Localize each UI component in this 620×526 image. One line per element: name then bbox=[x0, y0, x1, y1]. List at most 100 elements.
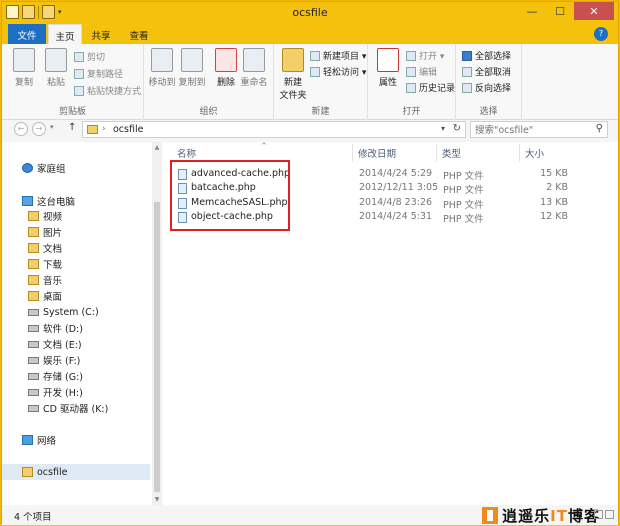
help-icon[interactable]: ? bbox=[594, 27, 608, 41]
invert-selection-button[interactable]: 反向选择 bbox=[462, 81, 511, 94]
rename-button[interactable]: 重命名 bbox=[240, 48, 268, 88]
copy-button[interactable]: 复制 bbox=[10, 48, 38, 88]
search-icon[interactable]: ⚲ bbox=[596, 123, 603, 134]
file-name: object-cache.php bbox=[191, 211, 273, 222]
breadcrumb-ocsfile[interactable]: ocsfile bbox=[113, 124, 143, 135]
refresh-icon[interactable]: ↻ bbox=[453, 123, 461, 134]
column-header-modified[interactable]: 修改日期 bbox=[358, 146, 396, 160]
address-dropdown-icon[interactable]: ▾ bbox=[441, 124, 445, 133]
nav-item-network[interactable]: 网络 bbox=[2, 432, 150, 448]
tab-file[interactable]: 文件 bbox=[8, 24, 46, 44]
drive-icon bbox=[28, 340, 39, 348]
column-header-name[interactable]: 名称 bbox=[177, 146, 196, 160]
large-icons-view-icon[interactable] bbox=[605, 510, 614, 519]
recent-locations-icon[interactable]: ▾ bbox=[50, 123, 54, 131]
properties-large-icon bbox=[377, 48, 399, 72]
navigation-scrollbar[interactable]: ▲ ▼ bbox=[152, 142, 162, 505]
nav-item-downloads[interactable]: 下载 bbox=[2, 256, 150, 272]
nav-item-desktop[interactable]: 桌面 bbox=[2, 288, 150, 304]
invert-selection-label: 反向选择 bbox=[475, 84, 512, 94]
select-none-label: 全部取消 bbox=[475, 68, 512, 78]
file-modified: 2014/4/24 5:29 bbox=[359, 168, 433, 179]
address-separator[interactable]: › bbox=[102, 124, 106, 134]
file-type: PHP 文件 bbox=[443, 185, 484, 196]
close-button[interactable]: ✕ bbox=[574, 2, 614, 20]
paste-button[interactable]: 粘贴 bbox=[42, 48, 70, 88]
nav-item-music[interactable]: 音乐 bbox=[2, 272, 150, 288]
select-all-label: 全部选择 bbox=[475, 52, 512, 62]
scroll-down-icon[interactable]: ▼ bbox=[153, 496, 161, 503]
nav-item-drive-d[interactable]: 软件 (D:) bbox=[2, 320, 150, 336]
easy-access-button[interactable]: 轻松访问 ▾ bbox=[310, 65, 366, 78]
maximize-button[interactable]: ☐ bbox=[546, 2, 574, 20]
history-button[interactable]: 历史记录 bbox=[406, 81, 455, 94]
tab-view[interactable]: 查看 bbox=[122, 24, 156, 44]
open-button[interactable]: 打开 ▾ bbox=[406, 49, 444, 62]
scroll-up-icon[interactable]: ▲ bbox=[153, 144, 161, 151]
new-folder-button[interactable]: 新建 文件夹 bbox=[278, 48, 308, 101]
php-file-icon bbox=[178, 169, 187, 180]
file-type: PHP 文件 bbox=[443, 200, 484, 211]
search-box[interactable]: ⚲ bbox=[470, 121, 608, 138]
file-row[interactable]: MemcacheSASL.php 2014/4/8 23:26 PHP 文件 1… bbox=[170, 196, 610, 211]
select-all-button[interactable]: 全部选择 bbox=[462, 49, 511, 62]
nav-item-pictures[interactable]: 图片 bbox=[2, 224, 150, 240]
nav-item-homegroup[interactable]: 家庭组 bbox=[2, 160, 150, 176]
copy-path-label: 复制路径 bbox=[87, 70, 124, 80]
open-label: 打开 ▾ bbox=[419, 52, 445, 62]
view-buttons bbox=[594, 510, 614, 519]
scrollbar-thumb[interactable] bbox=[154, 202, 160, 492]
select-all-icon bbox=[462, 50, 472, 61]
file-row[interactable]: object-cache.php 2014/4/24 5:31 PHP 文件 1… bbox=[170, 210, 610, 225]
nav-item-drive-h[interactable]: 开发 (H:) bbox=[2, 384, 150, 400]
copy-to-icon bbox=[181, 48, 203, 72]
easy-access-icon bbox=[310, 66, 320, 77]
column-divider[interactable] bbox=[352, 144, 353, 162]
rename-label: 重命名 bbox=[240, 78, 268, 88]
open-group: 属性 打开 ▾ 编辑 历史记录 打开 bbox=[368, 44, 456, 120]
nav-item-drive-k[interactable]: CD 驱动器 (K:) bbox=[2, 400, 150, 416]
details-view-icon[interactable] bbox=[594, 510, 603, 519]
easy-access-label: 轻松访问 ▾ bbox=[323, 68, 367, 78]
tab-share[interactable]: 共享 bbox=[84, 24, 118, 44]
tab-home[interactable]: 主页 bbox=[48, 24, 82, 44]
nav-item-videos[interactable]: 视频 bbox=[2, 208, 150, 224]
cut-button[interactable]: 剪切 bbox=[74, 50, 105, 63]
column-divider[interactable] bbox=[519, 144, 520, 162]
column-divider[interactable] bbox=[436, 144, 437, 162]
address-bar[interactable]: › ocsfile ▾ ↻ bbox=[82, 121, 466, 138]
nav-item-drive-f[interactable]: 娱乐 (F:) bbox=[2, 352, 150, 368]
pictures-icon bbox=[28, 227, 39, 237]
paste-shortcut-label: 粘贴快捷方式 bbox=[87, 87, 142, 97]
back-button[interactable]: ← bbox=[14, 122, 28, 136]
up-button[interactable]: ↑ bbox=[68, 122, 76, 133]
file-modified: 2014/4/24 5:31 bbox=[359, 211, 433, 222]
new-item-button[interactable]: 新建项目 ▾ bbox=[310, 49, 366, 62]
properties-button[interactable]: 属性 bbox=[374, 48, 402, 88]
edit-button[interactable]: 编辑 bbox=[406, 65, 437, 78]
file-row[interactable]: advanced-cache.php 2014/4/24 5:29 PHP 文件… bbox=[170, 167, 610, 182]
paste-shortcut-button[interactable]: 粘贴快捷方式 bbox=[74, 84, 141, 97]
column-header-size[interactable]: 大小 bbox=[525, 146, 544, 160]
copy-path-button[interactable]: 复制路径 bbox=[74, 67, 123, 80]
search-input[interactable] bbox=[475, 123, 590, 137]
nav-item-ocsfile[interactable]: ocsfile bbox=[2, 464, 150, 480]
copy-to-button[interactable]: 复制到 bbox=[178, 48, 206, 88]
select-none-button[interactable]: 全部取消 bbox=[462, 65, 511, 78]
nav-item-drive-e[interactable]: 文档 (E:) bbox=[2, 336, 150, 352]
minimize-button[interactable]: — bbox=[518, 2, 546, 20]
nav-item-drive-c[interactable]: System (C:) bbox=[2, 304, 150, 320]
delete-button[interactable]: 删除 bbox=[212, 48, 240, 88]
folder-icon bbox=[22, 467, 33, 477]
nav-item-drive-g[interactable]: 存储 (G:) bbox=[2, 368, 150, 384]
nav-item-documents[interactable]: 文档 bbox=[2, 240, 150, 256]
nav-item-label: 娱乐 (F:) bbox=[43, 356, 81, 367]
move-to-button[interactable]: 移动到 bbox=[148, 48, 176, 88]
forward-button[interactable]: → bbox=[32, 122, 46, 136]
new-folder-label-line2: 文件夹 bbox=[279, 91, 307, 101]
nav-item-this-pc[interactable]: 这台电脑 bbox=[2, 193, 150, 209]
column-header-type[interactable]: 类型 bbox=[442, 146, 461, 160]
nav-item-label: 视频 bbox=[43, 212, 63, 223]
php-file-icon bbox=[178, 212, 187, 223]
file-row[interactable]: batcache.php 2012/12/11 3:05 PHP 文件 2 KB bbox=[170, 181, 610, 196]
